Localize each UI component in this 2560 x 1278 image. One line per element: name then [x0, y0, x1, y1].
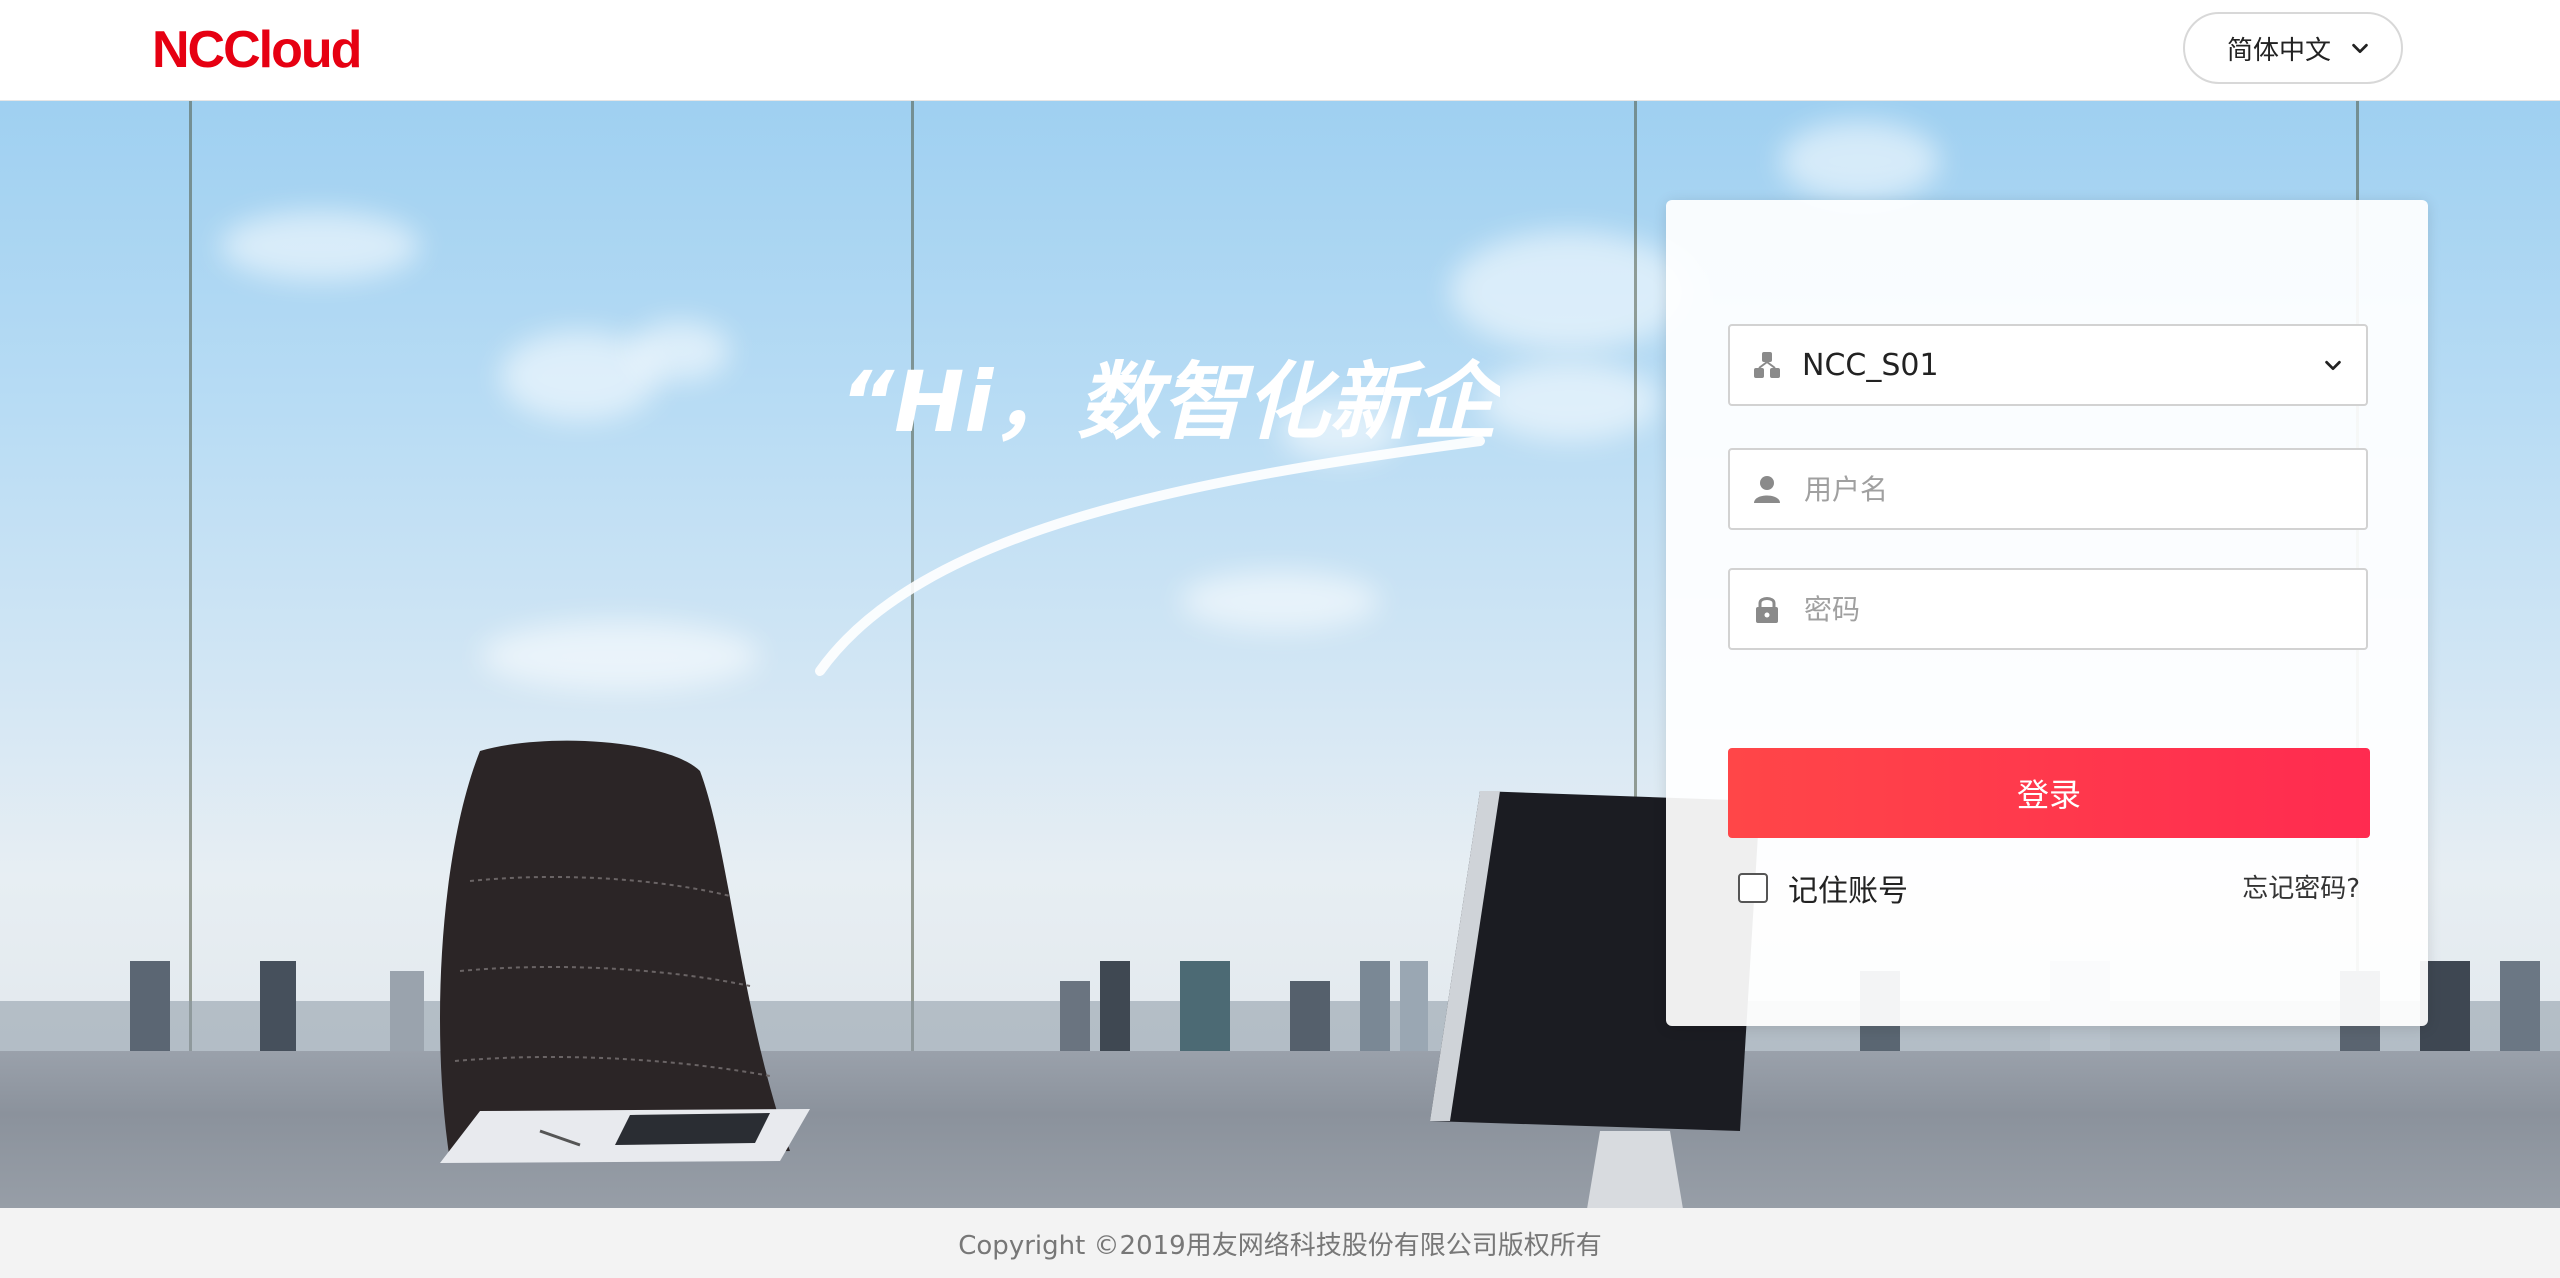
office-chair [440, 740, 790, 1161]
language-label: 简体中文 [2227, 35, 2332, 66]
language-select[interactable]: 简体中文 [2183, 12, 2403, 84]
chevron-down-icon [2352, 43, 2368, 54]
copyright-text: Copyright ©2019用友网络科技股份有限公司版权所有 [958, 1230, 1602, 1261]
footer: Copyright ©2019用友网络科技股份有限公司版权所有 [0, 1208, 2560, 1278]
chevron-down-icon [2325, 360, 2341, 371]
remember-checkbox[interactable] [1738, 873, 1768, 903]
desk-surface [0, 1051, 2560, 1208]
user-icon [1754, 476, 1780, 503]
username-field[interactable] [1728, 448, 2368, 530]
forgot-password-link[interactable]: 忘记密码? [2242, 868, 2360, 905]
slogan-graphic: “Hi，数智化新企业” [815, 353, 1500, 676]
login-button[interactable]: 登录 [1728, 748, 2370, 838]
lock-icon [1756, 597, 1778, 623]
notebook [440, 1109, 810, 1163]
password-field[interactable] [1728, 568, 2368, 650]
datasource-select[interactable]: NCC_S01 [1728, 324, 2368, 406]
login-card: NCC_S01 登录 记住账号 忘记密码? [1666, 200, 2428, 1026]
remember-account: 记住账号 [1738, 866, 1908, 910]
nccloud-logo: NCCloud [152, 21, 362, 79]
datasource-icon [1754, 352, 1780, 378]
top-header: NCCloud 简体中文 [0, 0, 2560, 101]
password-input[interactable] [1802, 591, 2366, 627]
datasource-value: NCC_S01 [1802, 347, 1939, 383]
svg-text:“Hi，数智化新企业”: “Hi，数智化新企业” [840, 353, 1500, 451]
remember-label[interactable]: 记住账号 [1788, 866, 1908, 910]
username-input[interactable] [1802, 471, 2366, 507]
